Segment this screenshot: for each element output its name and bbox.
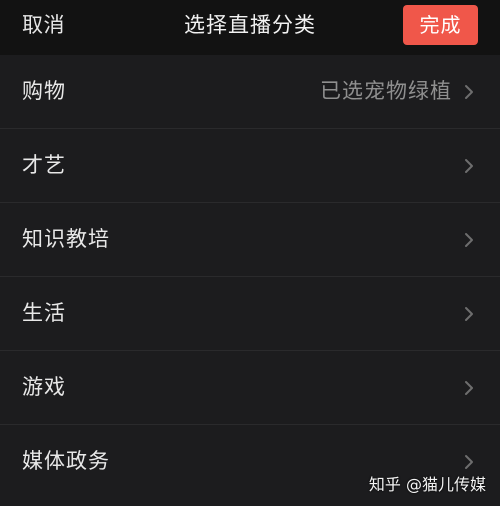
category-label: 知识教培 bbox=[22, 227, 110, 251]
chevron-right-icon bbox=[465, 233, 473, 247]
selected-subcategory: 已选宠物绿植 bbox=[320, 79, 452, 103]
category-label: 才艺 bbox=[22, 153, 66, 177]
category-row-games[interactable]: 游戏 bbox=[0, 351, 500, 425]
chevron-right-icon bbox=[465, 381, 473, 395]
chevron-right-icon bbox=[465, 85, 473, 99]
category-list: 购物 已选宠物绿植 才艺 知识教培 生活 游戏 媒体政务 bbox=[0, 55, 500, 506]
chevron-right-icon bbox=[465, 455, 473, 469]
category-label: 购物 bbox=[22, 79, 66, 103]
category-row-life[interactable]: 生活 bbox=[0, 277, 500, 351]
category-row-shopping[interactable]: 购物 已选宠物绿植 bbox=[0, 55, 500, 129]
category-row-education[interactable]: 知识教培 bbox=[0, 203, 500, 277]
watermark-text: 知乎 @猫儿传媒 bbox=[368, 475, 486, 494]
category-label: 生活 bbox=[22, 301, 66, 325]
category-label: 媒体政务 bbox=[22, 449, 110, 473]
chevron-right-icon bbox=[465, 307, 473, 321]
category-picker-screen: 取消 选择直播分类 完成 购物 已选宠物绿植 才艺 知识教培 生活 游戏 媒体政… bbox=[0, 0, 500, 506]
done-button[interactable]: 完成 bbox=[403, 5, 478, 45]
header-bar: 取消 选择直播分类 完成 bbox=[0, 0, 500, 53]
category-label: 游戏 bbox=[22, 375, 66, 399]
chevron-right-icon bbox=[465, 159, 473, 173]
category-row-talent[interactable]: 才艺 bbox=[0, 129, 500, 203]
